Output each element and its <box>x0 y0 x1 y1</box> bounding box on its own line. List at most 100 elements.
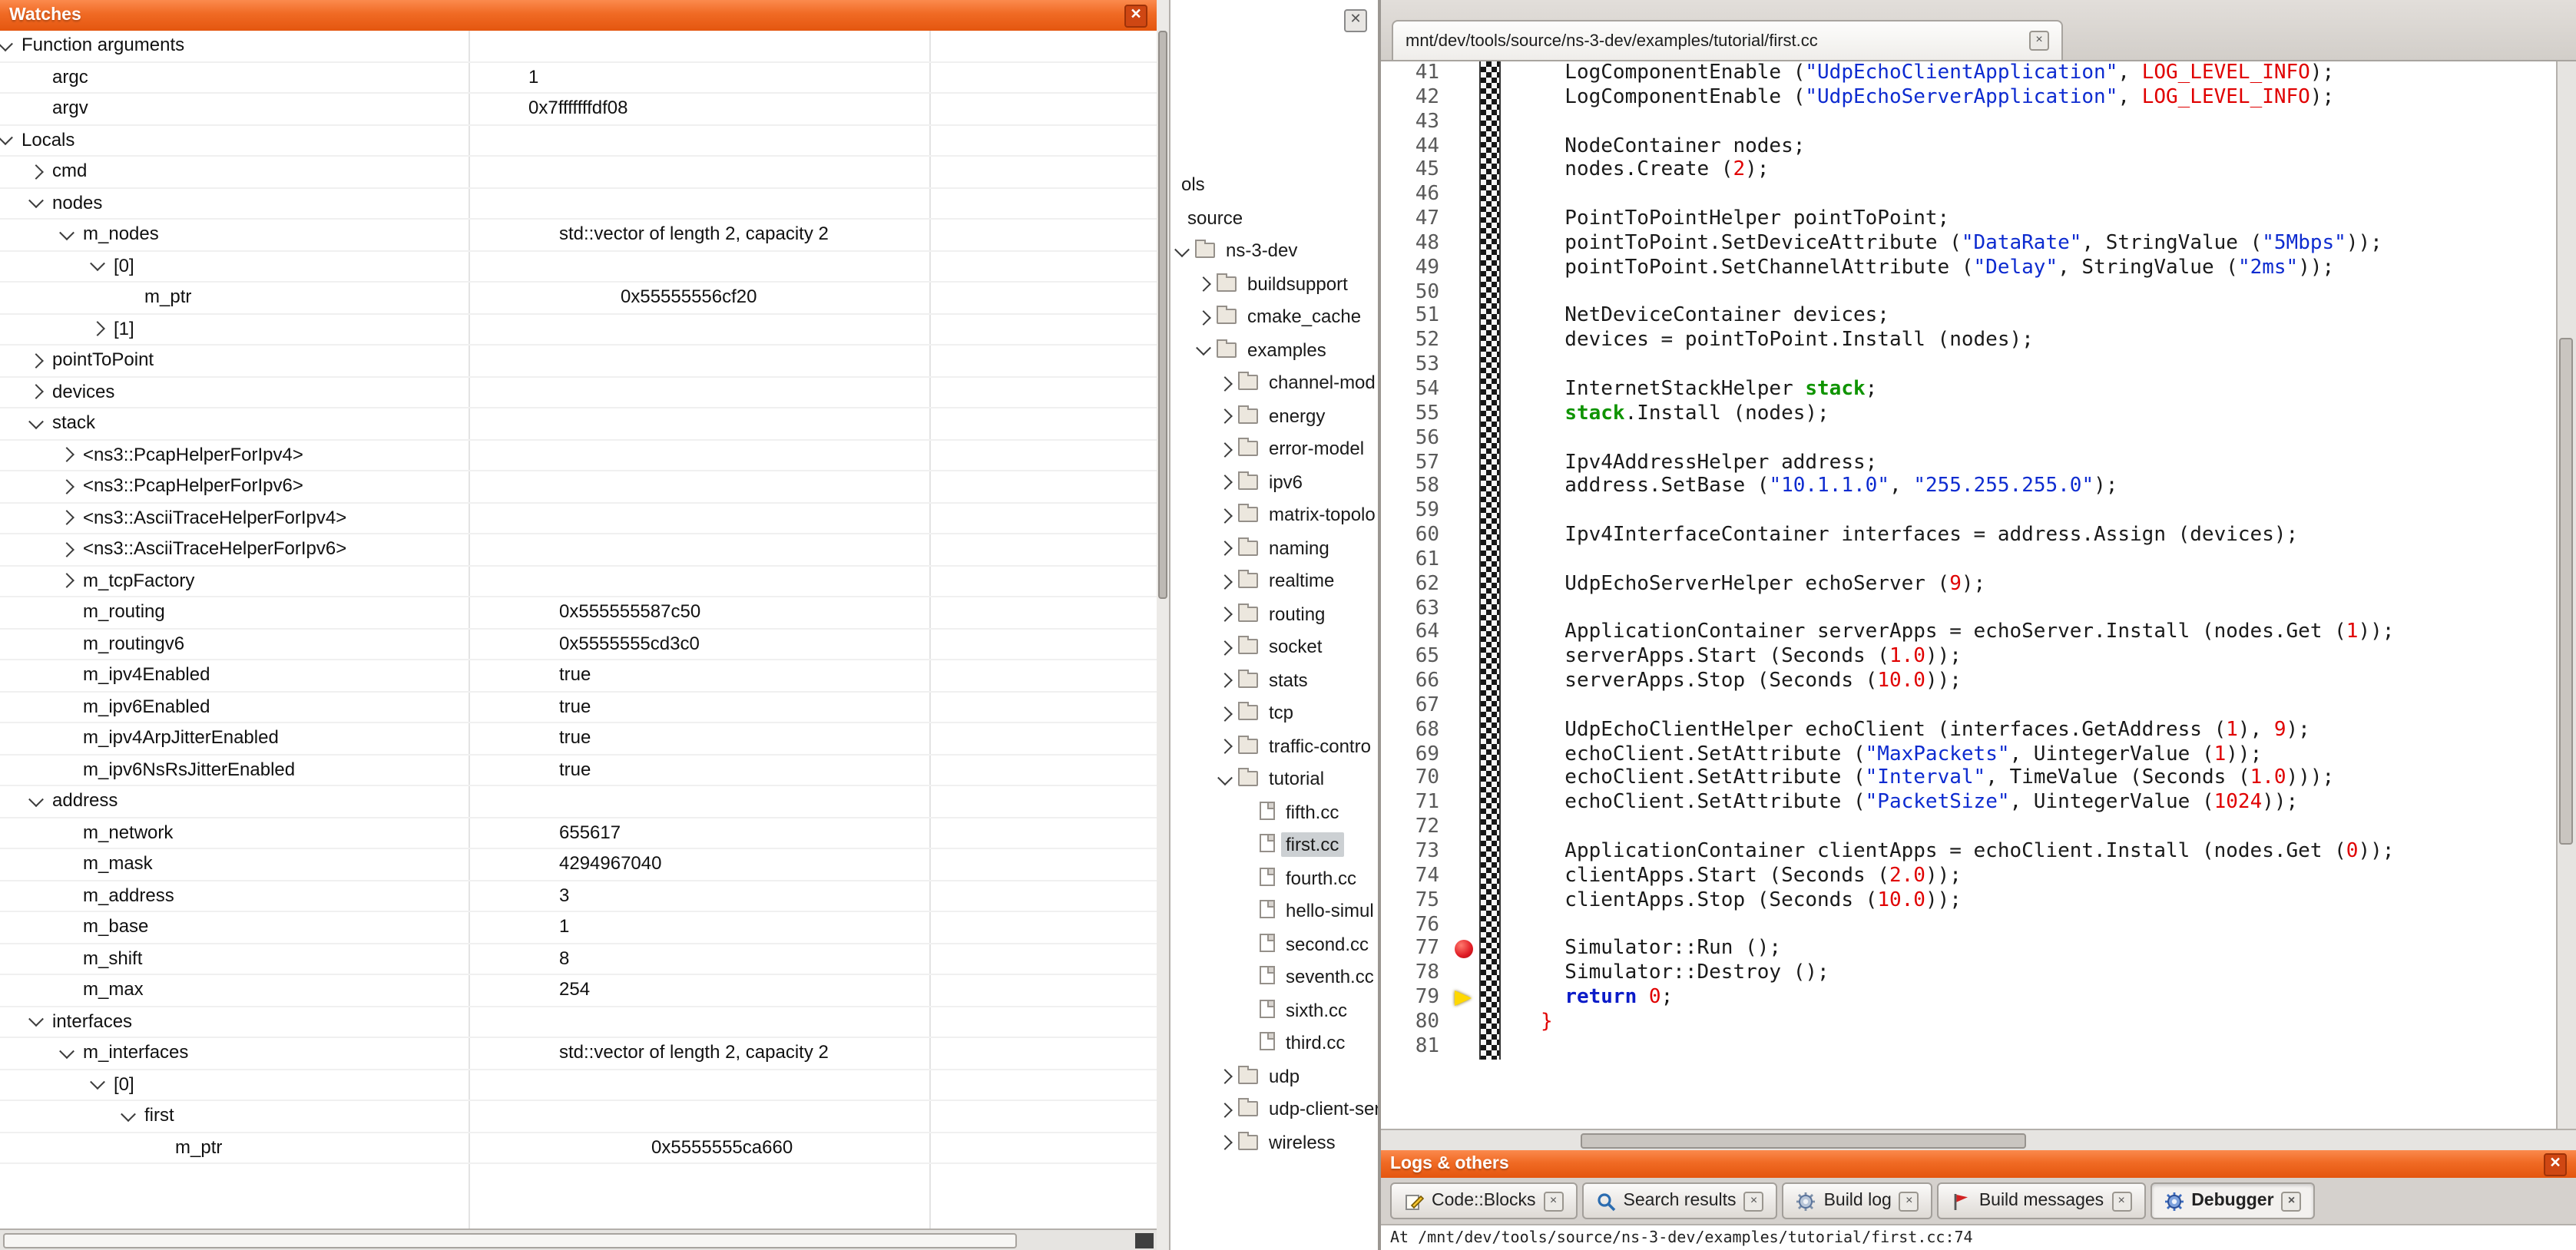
expand-arrow-icon[interactable] <box>1196 277 1211 293</box>
marker-margin[interactable] <box>1452 719 1479 743</box>
watch-row[interactable]: m_ptr0x55555556cf20 <box>0 283 1157 314</box>
marker-margin[interactable] <box>1452 232 1479 256</box>
marker-margin[interactable] <box>1452 913 1479 938</box>
code-line[interactable]: 49 pointToPoint.SetChannelAttribute ("De… <box>1381 256 2554 281</box>
code-line[interactable]: 66 serverApps.Stop (Seconds (10.0)); <box>1381 670 2554 694</box>
collapse-arrow-icon[interactable] <box>28 1012 44 1027</box>
marker-margin[interactable] <box>1452 329 1479 354</box>
line-number[interactable]: 75 <box>1381 888 1452 913</box>
code-line[interactable]: 77 Simulator::Run (); <box>1381 938 2554 962</box>
expand-arrow-icon[interactable] <box>1217 409 1233 425</box>
scrollbar-thumb[interactable] <box>3 1232 1017 1248</box>
watches-caption-bar[interactable]: Watches ✕ <box>0 0 1157 31</box>
marker-margin[interactable] <box>1452 378 1479 402</box>
watch-row[interactable]: m_ipv4Enabledtrue <box>0 660 1157 692</box>
tree-item-seventh-cc[interactable]: seventh.cc <box>1170 961 1378 994</box>
line-number[interactable]: 74 <box>1381 865 1452 889</box>
tree-item-third-cc[interactable]: third.cc <box>1170 1027 1378 1060</box>
code-line[interactable]: 60 Ipv4InterfaceContainer interfaces = a… <box>1381 524 2554 548</box>
marker-margin[interactable] <box>1452 305 1479 329</box>
watch-row[interactable]: m_shift8 <box>0 944 1157 975</box>
collapse-arrow-icon[interactable] <box>59 1043 74 1059</box>
expand-arrow-icon[interactable] <box>59 542 74 557</box>
tree-item-energy[interactable]: energy <box>1170 400 1378 433</box>
marker-margin[interactable] <box>1452 646 1479 670</box>
tree-item-socket[interactable]: socket <box>1170 631 1378 664</box>
marker-margin[interactable] <box>1452 256 1479 281</box>
watch-row[interactable]: m_nodesstd::vector of length 2, capacity… <box>0 220 1157 251</box>
code-editor[interactable]: 41 LogComponentEnable ("UdpEchoClientApp… <box>1381 61 2576 1129</box>
watch-row[interactable]: stack <box>0 408 1157 440</box>
marker-margin[interactable] <box>1452 1035 1479 1060</box>
marker-margin[interactable] <box>1452 524 1479 548</box>
collapse-arrow-icon[interactable] <box>1217 770 1233 785</box>
watch-row[interactable]: m_mask4294967040 <box>0 849 1157 881</box>
code-line[interactable]: 68 UdpEchoClientHelper echoClient (inter… <box>1381 719 2554 743</box>
expand-arrow-icon[interactable] <box>1196 310 1211 326</box>
resize-grip[interactable] <box>1135 1232 1154 1248</box>
line-number[interactable]: 65 <box>1381 646 1452 670</box>
tree-item-cmake-cache[interactable]: cmake_cache <box>1170 301 1378 334</box>
watches-horizontal-scrollbar[interactable] <box>0 1229 1157 1250</box>
watch-row[interactable]: m_base1 <box>0 912 1157 944</box>
marker-margin[interactable] <box>1452 1010 1479 1035</box>
watch-row[interactable]: m_tcpFactory <box>0 566 1157 597</box>
line-number[interactable]: 77 <box>1381 938 1452 962</box>
tab-close-icon[interactable]: × <box>1744 1191 1764 1211</box>
scrollbar-thumb[interactable] <box>1158 31 1167 599</box>
expand-arrow-icon[interactable] <box>1217 574 1233 590</box>
editor-tab-bar[interactable]: mnt/dev/tools/source/ns-3-dev/examples/t… <box>1381 0 2576 61</box>
code-line[interactable]: 73 ApplicationContainer clientApps = ech… <box>1381 840 2554 865</box>
code-line[interactable]: 75 clientApps.Stop (Seconds (10.0)); <box>1381 888 2554 913</box>
expand-arrow-icon[interactable] <box>90 322 105 337</box>
line-number[interactable]: 53 <box>1381 353 1452 378</box>
code-line[interactable]: 50 <box>1381 280 2554 305</box>
code-line[interactable]: 72 <box>1381 815 2554 840</box>
code-line[interactable]: 65 serverApps.Start (Seconds (1.0)); <box>1381 646 2554 670</box>
marker-margin[interactable] <box>1452 572 1479 597</box>
marker-margin[interactable] <box>1452 597 1479 621</box>
line-number[interactable]: 47 <box>1381 207 1452 232</box>
line-number[interactable]: 67 <box>1381 694 1452 719</box>
tree-item-error-model[interactable]: error-model <box>1170 433 1378 466</box>
line-number[interactable]: 51 <box>1381 305 1452 329</box>
marker-margin[interactable] <box>1452 792 1479 816</box>
code-line[interactable]: 52 devices = pointToPoint.Install (nodes… <box>1381 329 2554 354</box>
watch-row[interactable]: <ns3::PcapHelperForIpv6> <box>0 471 1157 503</box>
watch-row[interactable]: m_network655617 <box>0 818 1157 849</box>
marker-margin[interactable] <box>1452 499 1479 524</box>
collapse-arrow-icon[interactable] <box>121 1106 136 1122</box>
code-line[interactable]: 61 <box>1381 548 2554 573</box>
line-number[interactable]: 55 <box>1381 402 1452 427</box>
code-line[interactable]: 44 NodeContainer nodes; <box>1381 134 2554 159</box>
code-line[interactable]: 76 <box>1381 913 2554 938</box>
line-number[interactable]: 66 <box>1381 670 1452 694</box>
line-number[interactable]: 52 <box>1381 329 1452 354</box>
expand-arrow-icon[interactable] <box>1217 1070 1233 1085</box>
code-line[interactable]: 69 echoClient.SetAttribute ("MaxPackets"… <box>1381 742 2554 767</box>
code-line[interactable]: 57 Ipv4AddressHelper address; <box>1381 451 2554 475</box>
watch-row[interactable]: nodes <box>0 188 1157 220</box>
line-number[interactable]: 73 <box>1381 840 1452 865</box>
line-number[interactable]: 54 <box>1381 378 1452 402</box>
expand-arrow-icon[interactable] <box>1217 673 1233 689</box>
tree-item-routing[interactable]: routing <box>1170 598 1378 631</box>
tree-item-udp-client-ser[interactable]: udp-client-ser <box>1170 1093 1378 1126</box>
code-line[interactable]: 63 <box>1381 597 2554 621</box>
tree-item-traffic-contro[interactable]: traffic-contro <box>1170 730 1378 763</box>
line-number[interactable]: 76 <box>1381 913 1452 938</box>
logs-caption-bar[interactable]: Logs & others ✕ <box>1381 1150 2576 1178</box>
close-icon[interactable]: ✕ <box>1344 9 1367 32</box>
code-line[interactable]: 81 <box>1381 1035 2554 1060</box>
expand-arrow-icon[interactable] <box>28 164 44 180</box>
collapse-arrow-icon[interactable] <box>90 256 105 272</box>
expand-arrow-icon[interactable] <box>1217 508 1233 524</box>
line-number[interactable]: 79 <box>1381 986 1452 1010</box>
watch-row[interactable]: m_ipv6NsRsJitterEnabledtrue <box>0 755 1157 786</box>
marker-margin[interactable] <box>1452 548 1479 573</box>
marker-margin[interactable] <box>1452 961 1479 986</box>
code-line[interactable]: 62 UdpEchoServerHelper echoServer (9); <box>1381 572 2554 597</box>
collapse-arrow-icon[interactable] <box>1174 242 1190 257</box>
line-number[interactable]: 43 <box>1381 110 1452 134</box>
marker-margin[interactable] <box>1452 451 1479 475</box>
